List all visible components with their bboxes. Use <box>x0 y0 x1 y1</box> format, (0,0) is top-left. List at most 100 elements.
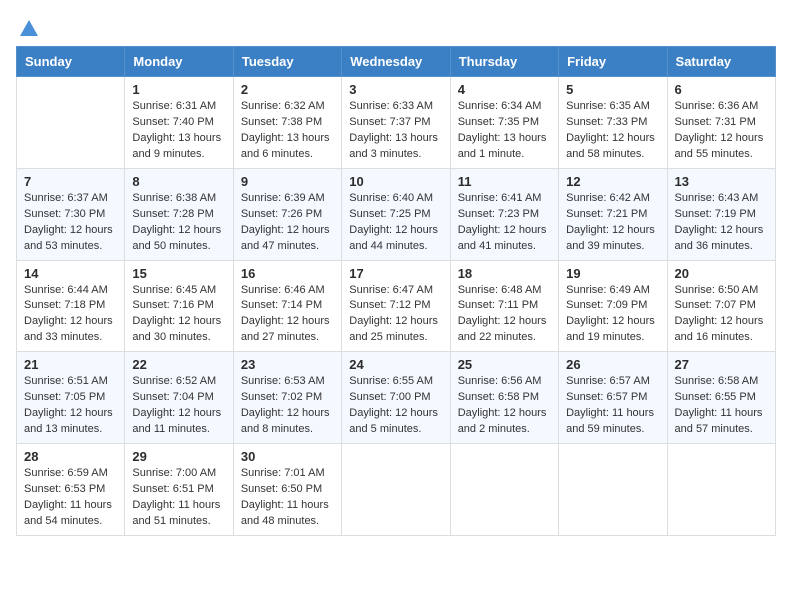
calendar-table: SundayMondayTuesdayWednesdayThursdayFrid… <box>16 46 776 536</box>
day-number: 15 <box>132 266 225 281</box>
calendar-cell: 7 Sunrise: 6:37 AMSunset: 7:30 PMDaylight… <box>17 168 125 260</box>
day-number: 6 <box>675 82 768 97</box>
day-of-week-header: Thursday <box>450 47 558 77</box>
day-number: 29 <box>132 449 225 464</box>
day-number: 1 <box>132 82 225 97</box>
day-info: Sunrise: 7:00 AMSunset: 6:51 PMDaylight:… <box>132 466 225 530</box>
calendar-cell: 6 Sunrise: 6:36 AMSunset: 7:31 PMDaylight… <box>667 77 775 169</box>
calendar-header-row: SundayMondayTuesdayWednesdayThursdayFrid… <box>17 47 776 77</box>
day-info: Sunrise: 6:45 AMSunset: 7:16 PMDaylight:… <box>132 283 225 347</box>
calendar-cell: 10 Sunrise: 6:40 AMSunset: 7:25 PMDayligh… <box>342 168 450 260</box>
day-of-week-header: Wednesday <box>342 47 450 77</box>
logo-icon <box>18 18 40 38</box>
calendar-cell: 8 Sunrise: 6:38 AMSunset: 7:28 PMDaylight… <box>125 168 233 260</box>
day-number: 2 <box>241 82 334 97</box>
calendar-cell: 27 Sunrise: 6:58 AMSunset: 6:55 PMDayligh… <box>667 352 775 444</box>
calendar-cell <box>342 444 450 536</box>
day-number: 23 <box>241 357 334 372</box>
calendar-cell: 29 Sunrise: 7:00 AMSunset: 6:51 PMDayligh… <box>125 444 233 536</box>
calendar-cell: 26 Sunrise: 6:57 AMSunset: 6:57 PMDayligh… <box>559 352 667 444</box>
page-header <box>16 16 776 34</box>
day-number: 14 <box>24 266 117 281</box>
calendar-week-row: 1 Sunrise: 6:31 AMSunset: 7:40 PMDaylight… <box>17 77 776 169</box>
day-info: Sunrise: 6:34 AMSunset: 7:35 PMDaylight:… <box>458 99 551 163</box>
calendar-cell: 20Sunrise: 6:50 AMSunset: 7:07 PMDayligh… <box>667 260 775 352</box>
calendar-cell: 13 Sunrise: 6:43 AMSunset: 7:19 PMDayligh… <box>667 168 775 260</box>
day-number: 5 <box>566 82 659 97</box>
day-number: 10 <box>349 174 442 189</box>
calendar-cell: 24Sunrise: 6:55 AMSunset: 7:00 PMDayligh… <box>342 352 450 444</box>
day-info: Sunrise: 6:38 AMSunset: 7:28 PMDaylight:… <box>132 191 225 255</box>
day-info: Sunrise: 6:46 AMSunset: 7:14 PMDaylight:… <box>241 283 334 347</box>
day-info: Sunrise: 6:51 AMSunset: 7:05 PMDaylight:… <box>24 374 117 438</box>
day-of-week-header: Sunday <box>17 47 125 77</box>
calendar-cell <box>559 444 667 536</box>
calendar-cell <box>667 444 775 536</box>
calendar-week-row: 7 Sunrise: 6:37 AMSunset: 7:30 PMDaylight… <box>17 168 776 260</box>
calendar-cell: 22 Sunrise: 6:52 AMSunset: 7:04 PMDayligh… <box>125 352 233 444</box>
day-info: Sunrise: 6:44 AMSunset: 7:18 PMDaylight:… <box>24 283 117 347</box>
calendar-cell: 9Sunrise: 6:39 AMSunset: 7:26 PMDaylight… <box>233 168 341 260</box>
calendar-cell: 28 Sunrise: 6:59 AMSunset: 6:53 PMDayligh… <box>17 444 125 536</box>
day-number: 16 <box>241 266 334 281</box>
calendar-cell: 2 Sunrise: 6:32 AMSunset: 7:38 PMDaylight… <box>233 77 341 169</box>
calendar-cell: 19 Sunrise: 6:49 AMSunset: 7:09 PMDayligh… <box>559 260 667 352</box>
day-info: Sunrise: 6:43 AMSunset: 7:19 PMDaylight:… <box>675 191 768 255</box>
day-info: Sunrise: 6:37 AMSunset: 7:30 PMDaylight:… <box>24 191 117 255</box>
day-number: 25 <box>458 357 551 372</box>
day-number: 27 <box>675 357 768 372</box>
calendar-cell: 5 Sunrise: 6:35 AMSunset: 7:33 PMDaylight… <box>559 77 667 169</box>
day-number: 8 <box>132 174 225 189</box>
day-of-week-header: Saturday <box>667 47 775 77</box>
day-info: Sunrise: 6:56 AMSunset: 6:58 PMDaylight:… <box>458 374 551 438</box>
calendar-cell <box>450 444 558 536</box>
day-number: 28 <box>24 449 117 464</box>
day-info: Sunrise: 6:40 AMSunset: 7:25 PMDaylight:… <box>349 191 442 255</box>
day-number: 19 <box>566 266 659 281</box>
calendar-cell: 23 Sunrise: 6:53 AMSunset: 7:02 PMDayligh… <box>233 352 341 444</box>
day-info: Sunrise: 6:47 AMSunset: 7:12 PMDaylight:… <box>349 283 442 347</box>
day-number: 11 <box>458 174 551 189</box>
day-number: 12 <box>566 174 659 189</box>
day-info: Sunrise: 6:32 AMSunset: 7:38 PMDaylight:… <box>241 99 334 163</box>
day-of-week-header: Tuesday <box>233 47 341 77</box>
day-info: Sunrise: 6:39 AMSunset: 7:26 PMDaylight:… <box>241 191 334 255</box>
day-number: 26 <box>566 357 659 372</box>
calendar-cell <box>17 77 125 169</box>
day-info: Sunrise: 6:57 AMSunset: 6:57 PMDaylight:… <box>566 374 659 438</box>
day-number: 3 <box>349 82 442 97</box>
day-info: Sunrise: 6:52 AMSunset: 7:04 PMDaylight:… <box>132 374 225 438</box>
day-info: Sunrise: 6:55 AMSunset: 7:00 PMDaylight:… <box>349 374 442 438</box>
day-of-week-header: Friday <box>559 47 667 77</box>
day-info: Sunrise: 6:35 AMSunset: 7:33 PMDaylight:… <box>566 99 659 163</box>
calendar-week-row: 21 Sunrise: 6:51 AMSunset: 7:05 PMDayligh… <box>17 352 776 444</box>
day-info: Sunrise: 6:33 AMSunset: 7:37 PMDaylight:… <box>349 99 442 163</box>
calendar-cell: 16 Sunrise: 6:46 AMSunset: 7:14 PMDayligh… <box>233 260 341 352</box>
day-info: Sunrise: 6:58 AMSunset: 6:55 PMDaylight:… <box>675 374 768 438</box>
day-of-week-header: Monday <box>125 47 233 77</box>
day-number: 7 <box>24 174 117 189</box>
calendar-cell: 15 Sunrise: 6:45 AMSunset: 7:16 PMDayligh… <box>125 260 233 352</box>
day-number: 21 <box>24 357 117 372</box>
calendar-cell: 25 Sunrise: 6:56 AMSunset: 6:58 PMDayligh… <box>450 352 558 444</box>
day-info: Sunrise: 6:42 AMSunset: 7:21 PMDaylight:… <box>566 191 659 255</box>
day-info: Sunrise: 6:36 AMSunset: 7:31 PMDaylight:… <box>675 99 768 163</box>
day-number: 13 <box>675 174 768 189</box>
calendar-cell: 1 Sunrise: 6:31 AMSunset: 7:40 PMDaylight… <box>125 77 233 169</box>
day-number: 18 <box>458 266 551 281</box>
day-info: Sunrise: 6:59 AMSunset: 6:53 PMDaylight:… <box>24 466 117 530</box>
day-info: Sunrise: 6:50 AMSunset: 7:07 PMDaylight:… <box>675 283 768 347</box>
day-info: Sunrise: 6:31 AMSunset: 7:40 PMDaylight:… <box>132 99 225 163</box>
day-info: Sunrise: 7:01 AMSunset: 6:50 PMDaylight:… <box>241 466 334 530</box>
day-info: Sunrise: 6:53 AMSunset: 7:02 PMDaylight:… <box>241 374 334 438</box>
day-number: 30 <box>241 449 334 464</box>
calendar-cell: 11 Sunrise: 6:41 AMSunset: 7:23 PMDayligh… <box>450 168 558 260</box>
day-info: Sunrise: 6:49 AMSunset: 7:09 PMDaylight:… <box>566 283 659 347</box>
day-number: 4 <box>458 82 551 97</box>
day-number: 17 <box>349 266 442 281</box>
day-number: 22 <box>132 357 225 372</box>
day-info: Sunrise: 6:48 AMSunset: 7:11 PMDaylight:… <box>458 283 551 347</box>
calendar-cell: 4 Sunrise: 6:34 AMSunset: 7:35 PMDaylight… <box>450 77 558 169</box>
day-info: Sunrise: 6:41 AMSunset: 7:23 PMDaylight:… <box>458 191 551 255</box>
calendar-cell: 30 Sunrise: 7:01 AMSunset: 6:50 PMDayligh… <box>233 444 341 536</box>
